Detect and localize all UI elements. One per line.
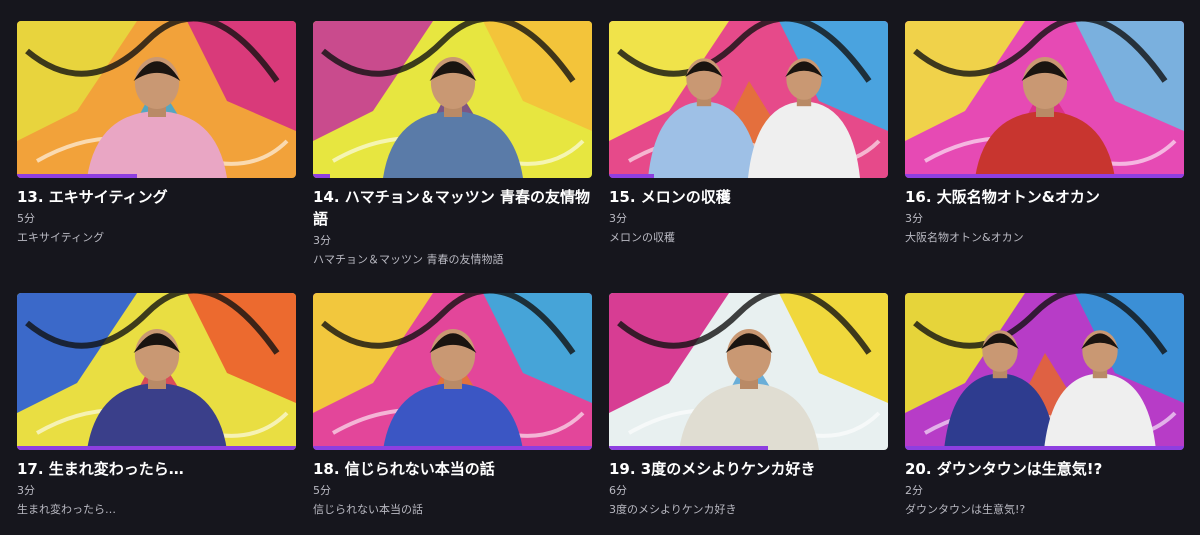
episode-description: 生まれ変わったら…	[17, 503, 116, 516]
progress-track	[17, 446, 296, 450]
progress-fill	[609, 174, 654, 178]
episode-grid: 13. エキサイティング 5分 エキサイティング 14. ハマチョン＆マッツン …	[0, 0, 1200, 535]
episode-title[interactable]: 18. 信じられない本当の話	[313, 458, 592, 480]
episode-description: エキサイティング	[17, 231, 105, 244]
episode-card[interactable]: 18. 信じられない本当の話 5分 信じられない本当の話	[313, 293, 592, 517]
thumbnail-image	[609, 21, 888, 178]
episode-description: 信じられない本当の話	[313, 503, 423, 516]
episode-description: ハマチョン＆マッツン 青春の友情物語	[313, 253, 504, 266]
episode-thumbnail[interactable]	[905, 293, 1184, 450]
episode-title[interactable]: 14. ハマチョン＆マッツン 青春の友情物語	[313, 186, 592, 230]
episode-title[interactable]: 19. 3度のメシよりケンカ好き	[609, 458, 888, 480]
thumbnail-image	[17, 21, 296, 178]
episode-card[interactable]: 20. ダウンタウンは生意気!? 2分 ダウンタウンは生意気!?	[905, 293, 1184, 517]
progress-fill	[905, 446, 1184, 450]
episode-title[interactable]: 20. ダウンタウンは生意気!?	[905, 458, 1184, 480]
episode-card[interactable]: 16. 大阪名物オトン&オカン 3分 大阪名物オトン&オカン	[905, 21, 1184, 245]
thumbnail-image	[905, 293, 1184, 450]
progress-fill	[905, 174, 1184, 178]
progress-track	[17, 174, 296, 178]
episode-title[interactable]: 17. 生まれ変わったら…	[17, 458, 296, 480]
progress-track	[905, 174, 1184, 178]
progress-fill	[609, 446, 769, 450]
episode-description: 3度のメシよりケンカ好き	[609, 503, 737, 516]
episode-duration: 3分	[609, 212, 627, 225]
progress-fill	[313, 446, 592, 450]
episode-title[interactable]: 15. メロンの収穫	[609, 186, 888, 208]
episode-thumbnail[interactable]	[17, 293, 296, 450]
episode-title[interactable]: 13. エキサイティング	[17, 186, 296, 208]
episode-description: メロンの収穫	[609, 231, 675, 244]
episode-duration: 3分	[905, 212, 923, 225]
progress-track	[609, 446, 888, 450]
episode-duration: 5分	[313, 484, 331, 497]
thumbnail-image	[17, 293, 296, 450]
episode-description: 大阪名物オトン&オカン	[905, 231, 1024, 244]
progress-track	[905, 446, 1184, 450]
thumbnail-image	[905, 21, 1184, 178]
progress-fill	[313, 174, 330, 178]
progress-track	[313, 174, 592, 178]
progress-fill	[17, 174, 137, 178]
episode-thumbnail[interactable]	[313, 293, 592, 450]
episode-thumbnail[interactable]	[17, 21, 296, 178]
thumbnail-image	[313, 293, 592, 450]
thumbnail-image	[313, 21, 592, 178]
episode-duration: 6分	[609, 484, 627, 497]
episode-duration: 3分	[313, 234, 331, 247]
progress-track	[609, 174, 888, 178]
thumbnail-image	[609, 293, 888, 450]
episode-description: ダウンタウンは生意気!?	[905, 503, 1026, 516]
episode-thumbnail[interactable]	[609, 21, 888, 178]
progress-track	[313, 446, 592, 450]
progress-fill	[17, 446, 296, 450]
episode-card[interactable]: 13. エキサイティング 5分 エキサイティング	[17, 21, 296, 245]
episode-title[interactable]: 16. 大阪名物オトン&オカン	[905, 186, 1184, 208]
episode-card[interactable]: 14. ハマチョン＆マッツン 青春の友情物語 3分 ハマチョン＆マッツン 青春の…	[313, 21, 592, 267]
episode-duration: 5分	[17, 212, 35, 225]
episode-card[interactable]: 19. 3度のメシよりケンカ好き 6分 3度のメシよりケンカ好き	[609, 293, 888, 517]
episode-duration: 3分	[17, 484, 35, 497]
episode-thumbnail[interactable]	[609, 293, 888, 450]
episode-duration: 2分	[905, 484, 923, 497]
episode-thumbnail[interactable]	[905, 21, 1184, 178]
episode-card[interactable]: 15. メロンの収穫 3分 メロンの収穫	[609, 21, 888, 245]
episode-card[interactable]: 17. 生まれ変わったら… 3分 生まれ変わったら…	[17, 293, 296, 517]
episode-thumbnail[interactable]	[313, 21, 592, 178]
